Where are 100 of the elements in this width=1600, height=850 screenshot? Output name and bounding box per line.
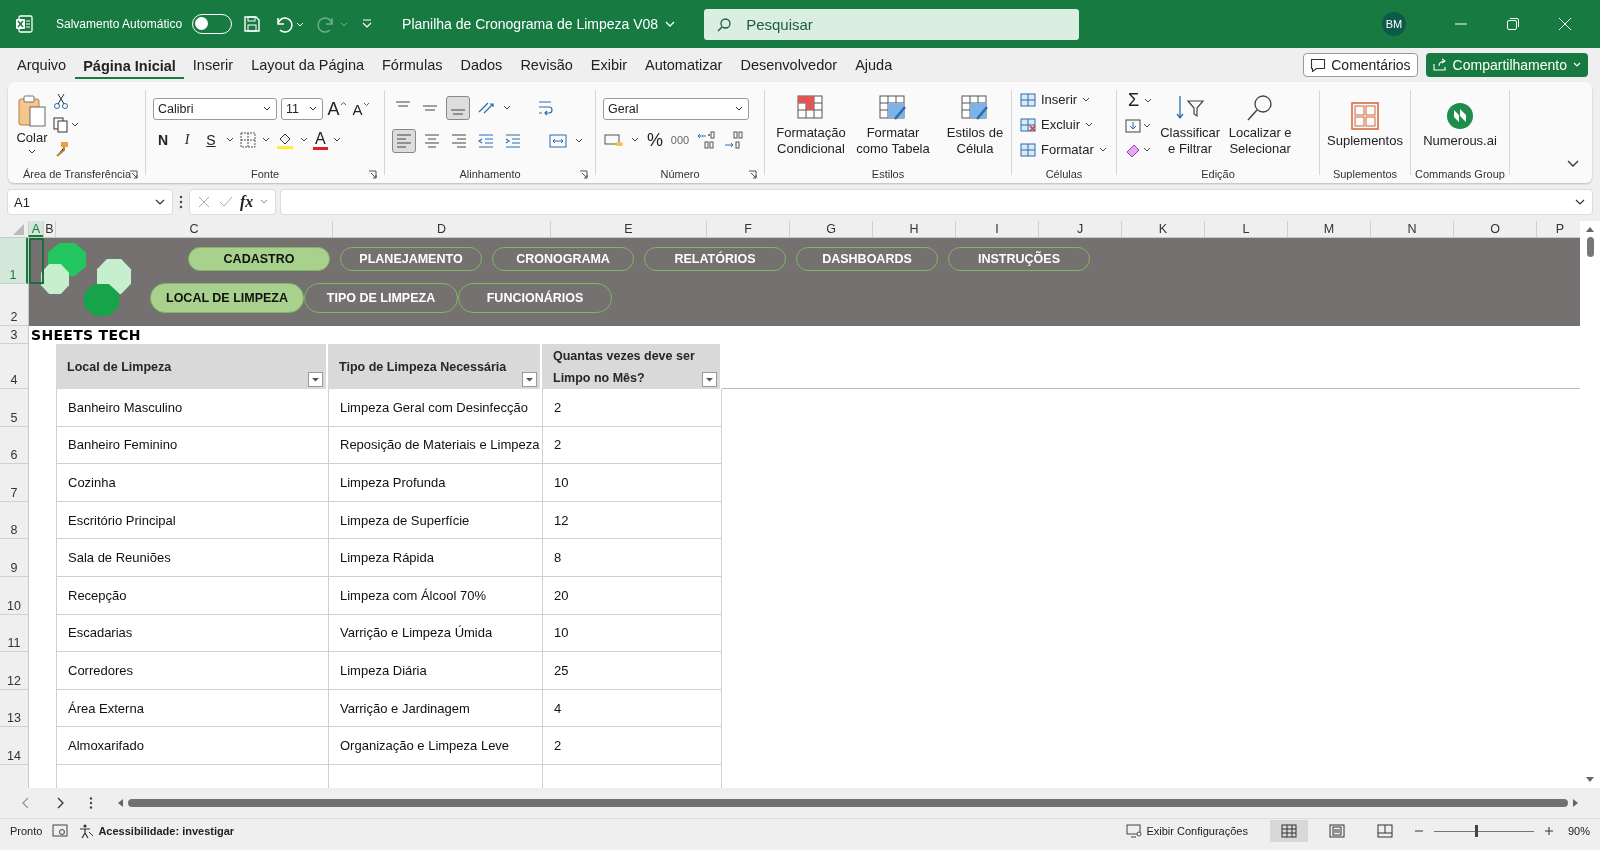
menu-tab[interactable]: Arquivo: [8, 51, 76, 79]
zoom-thumb[interactable]: [1474, 825, 1478, 837]
dialog-launcher-icon[interactable]: [748, 169, 757, 179]
row-header[interactable]: 10: [0, 576, 28, 615]
column-header[interactable]: F: [706, 221, 789, 237]
filter-dropdown-icon[interactable]: [702, 372, 717, 387]
zoom-level-text[interactable]: 90%: [1567, 825, 1590, 837]
font-size-field[interactable]: 11: [281, 98, 323, 120]
autosum-button[interactable]: Σ: [1124, 90, 1144, 111]
chevron-down-icon[interactable]: [630, 136, 640, 144]
column-header[interactable]: M: [1287, 221, 1370, 237]
menu-tab[interactable]: Layout da Página: [242, 51, 373, 79]
column-header[interactable]: A: [28, 221, 43, 237]
dialog-launcher-icon[interactable]: [368, 169, 377, 179]
style-button[interactable]: Formatar como Tabela: [854, 92, 932, 157]
borders-icon[interactable]: [239, 131, 257, 149]
chevron-down-icon[interactable]: [70, 120, 80, 129]
row-header[interactable]: 4: [0, 344, 28, 389]
horizontal-scrollbar[interactable]: [116, 796, 1580, 810]
menu-tab[interactable]: Exibir: [581, 51, 637, 79]
save-icon[interactable]: [242, 14, 263, 34]
chevron-down-icon[interactable]: [574, 137, 584, 145]
horizontal-align-icon[interactable]: [392, 129, 416, 153]
row-header[interactable]: 7: [0, 464, 28, 502]
user-avatar[interactable]: BM: [1382, 12, 1406, 36]
column-header[interactable]: E: [550, 221, 706, 237]
comments-button[interactable]: Comentários: [1303, 53, 1418, 77]
filter-dropdown-icon[interactable]: [308, 372, 323, 387]
column-header[interactable]: G: [789, 221, 872, 237]
nav-button[interactable]: LOCAL DE LIMPEZA: [150, 283, 304, 313]
copy-icon[interactable]: [52, 115, 70, 134]
column-header[interactable]: J: [1038, 221, 1121, 237]
scroll-thumb[interactable]: [128, 799, 1568, 807]
add-ins-button[interactable]: Suplementos: [1327, 100, 1403, 149]
chevron-down-icon[interactable]: [1566, 159, 1580, 169]
macro-record-icon[interactable]: [52, 824, 69, 838]
close-icon[interactable]: [1558, 17, 1572, 31]
insert-function-button[interactable]: fx: [240, 193, 254, 211]
dialog-launcher-icon[interactable]: [579, 169, 588, 179]
increase-decimal-icon[interactable]: [695, 130, 717, 150]
find-select-button[interactable]: Localizar e Selecionar: [1227, 92, 1294, 157]
row-header[interactable]: 2: [0, 284, 28, 326]
menu-tab[interactable]: Automatizar: [636, 51, 732, 79]
scroll-down-icon[interactable]: [1585, 776, 1595, 784]
row-header[interactable]: 9: [0, 539, 28, 577]
menu-tab[interactable]: Dados: [451, 51, 512, 79]
menu-tab[interactable]: Fórmulas: [373, 51, 452, 79]
font-color-button[interactable]: A: [313, 130, 328, 150]
document-title[interactable]: Planilha de Cronograma de Limpeza V08: [402, 16, 677, 32]
row-header[interactable]: 8: [0, 501, 28, 540]
style-button[interactable]: Estilos de Célula: [936, 92, 1014, 157]
chevron-down-icon[interactable]: [299, 136, 309, 144]
grow-font-button[interactable]: A: [327, 98, 347, 120]
bold-button[interactable]: N: [153, 129, 173, 151]
more-options-icon[interactable]: [178, 194, 184, 210]
column-header[interactable]: B: [43, 221, 55, 237]
view-button[interactable]: [1269, 820, 1308, 842]
zoom-in-icon[interactable]: [1543, 826, 1554, 836]
column-header[interactable]: K: [1121, 221, 1204, 237]
vertical-align-icon[interactable]: [446, 96, 470, 120]
cells-button[interactable]: Formatar: [1019, 141, 1108, 158]
accessibility-status[interactable]: Acessibilidade: investigar: [98, 825, 235, 837]
column-header[interactable]: O: [1453, 221, 1536, 237]
nav-button[interactable]: CADASTRO: [188, 247, 330, 271]
number-format-field[interactable]: Geral: [603, 98, 749, 120]
dialog-launcher-icon[interactable]: [129, 169, 138, 179]
row-header[interactable]: 12: [0, 652, 28, 690]
thousands-button[interactable]: 000: [670, 129, 690, 151]
column-header[interactable]: D: [332, 221, 550, 237]
font-name-field[interactable]: Calibri: [153, 98, 277, 120]
scroll-right-icon[interactable]: [1572, 798, 1580, 808]
column-header[interactable]: N: [1370, 221, 1453, 237]
row-header[interactable]: 13: [0, 689, 28, 728]
chevron-down-icon[interactable]: [502, 104, 512, 112]
scroll-thumb[interactable]: [1586, 237, 1594, 257]
chevron-down-icon[interactable]: [261, 136, 271, 144]
paste-button[interactable]: Colar: [16, 93, 48, 156]
fill-down-icon[interactable]: [1124, 117, 1142, 135]
row-header[interactable]: 6: [0, 426, 28, 465]
scroll-left-icon[interactable]: [116, 798, 124, 808]
underline-button[interactable]: S: [201, 129, 221, 151]
scissors-icon[interactable]: [52, 91, 70, 110]
cells-button[interactable]: Excluir: [1019, 116, 1094, 133]
name-box[interactable]: A1: [8, 190, 172, 214]
percent-button[interactable]: %: [645, 129, 665, 151]
filter-dropdown-icon[interactable]: [522, 372, 537, 387]
column-header[interactable]: C: [55, 221, 332, 237]
chevron-down-icon[interactable]: [225, 136, 235, 144]
menu-tab[interactable]: Ajuda: [846, 51, 902, 79]
more-options-icon[interactable]: [88, 796, 94, 810]
row-header[interactable]: 1: [0, 238, 28, 284]
search-field[interactable]: Pesquisar: [704, 8, 1080, 40]
shrink-font-button[interactable]: A: [351, 98, 371, 120]
chevron-down-icon[interactable]: [1142, 122, 1152, 130]
sort-filter-button[interactable]: Classificar e Filtrar: [1157, 92, 1224, 157]
cells-button[interactable]: Inserir: [1019, 91, 1092, 108]
chevron-down-icon[interactable]: [331, 136, 342, 144]
display-settings-button[interactable]: Exibir Configurações: [1126, 824, 1248, 838]
scroll-up-icon[interactable]: [1585, 225, 1595, 233]
formula-input[interactable]: [281, 190, 1592, 214]
